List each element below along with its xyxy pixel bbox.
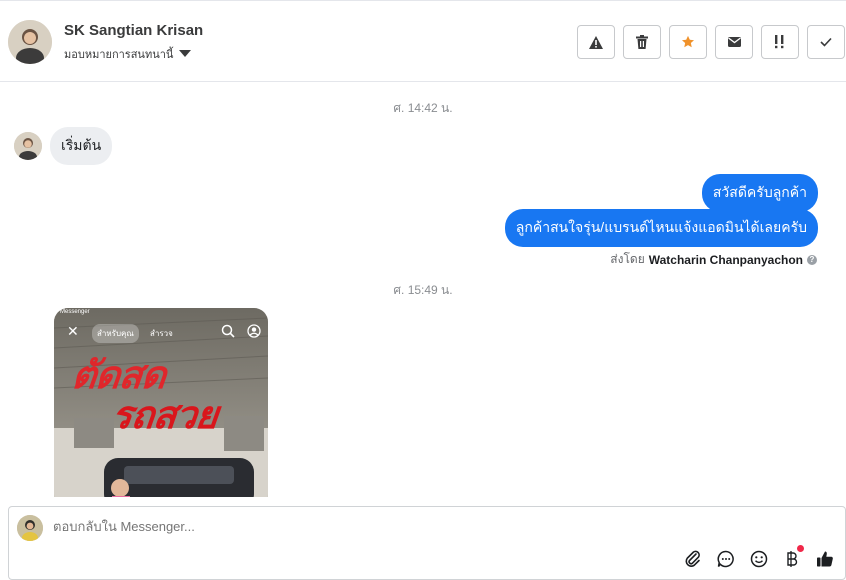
flag-icon bbox=[775, 35, 784, 49]
report-spam-button[interactable] bbox=[577, 25, 615, 59]
message-thread[interactable]: ศ. 14:42 น. เริ่มต้น สวัสดีครับลูกค้า ลู… bbox=[0, 83, 846, 497]
incoming-message[interactable]: เริ่มต้น bbox=[50, 127, 113, 165]
emoji-button[interactable] bbox=[748, 548, 769, 569]
search-icon bbox=[221, 324, 235, 338]
envelope-icon bbox=[727, 37, 741, 47]
media-status-bar: Messenger bbox=[54, 308, 268, 320]
media-tab-for-you: สำหรับคุณ bbox=[92, 324, 139, 343]
check-icon bbox=[820, 37, 832, 47]
warning-icon bbox=[589, 35, 603, 49]
page-avatar bbox=[17, 515, 43, 541]
delete-button[interactable] bbox=[623, 25, 661, 59]
mark-unread-button[interactable] bbox=[715, 25, 753, 59]
mark-done-button[interactable] bbox=[807, 25, 845, 59]
payment-button[interactable] bbox=[781, 545, 804, 569]
contact-name[interactable]: SK Sangtian Krisan bbox=[64, 22, 203, 39]
follow-up-button[interactable] bbox=[761, 25, 799, 59]
saved-replies-button[interactable] bbox=[715, 548, 736, 569]
chevron-down-icon bbox=[179, 49, 192, 57]
outgoing-message[interactable]: ลูกค้าสนใจรุ่น/แบรนด์ไหนแจ้งแอดมินได้เลย… bbox=[504, 209, 818, 247]
send-like-button[interactable] bbox=[814, 548, 835, 569]
contact-avatar[interactable] bbox=[8, 20, 52, 64]
info-icon[interactable]: ? bbox=[807, 254, 817, 265]
emoji-icon bbox=[750, 550, 767, 567]
media-app-label: Messenger bbox=[60, 309, 90, 315]
incoming-message-row: เริ่มต้น bbox=[14, 127, 113, 165]
star-icon bbox=[681, 35, 695, 48]
timestamp: ศ. 15:49 น. bbox=[393, 283, 453, 297]
reply-input[interactable] bbox=[53, 519, 653, 534]
assign-conversation-dropdown[interactable]: มอบหมายการสนทนานี้ bbox=[64, 45, 192, 63]
conversation-header: SK Sangtian Krisan มอบหมายการสนทนานี้ bbox=[0, 0, 846, 82]
media-headline-2: รถสวย bbox=[109, 395, 220, 437]
sent-by-label: ส่งโดย Watcharin Chanpanyachon ? bbox=[610, 250, 817, 269]
message-composer bbox=[8, 506, 846, 580]
chat-bubble-icon bbox=[717, 550, 734, 567]
sender-name: Watcharin Chanpanyachon bbox=[648, 252, 803, 267]
header-actions bbox=[577, 25, 845, 59]
baht-icon bbox=[786, 550, 797, 567]
shared-media-attachment[interactable]: Messenger ✕ สำหรับคุณ สำรวจ ตัดสด รถสวย bbox=[54, 308, 268, 497]
contact-avatar[interactable] bbox=[14, 132, 42, 160]
notification-badge bbox=[797, 545, 804, 552]
assign-label: มอบหมายการสนทนานี้ bbox=[64, 49, 174, 61]
sent-by-prefix: ส่งโดย bbox=[610, 252, 645, 266]
timestamp: ศ. 14:42 น. bbox=[393, 101, 453, 115]
trash-icon bbox=[636, 35, 648, 49]
outgoing-message[interactable]: สวัสดีครับลูกค้า bbox=[701, 174, 818, 212]
profile-icon bbox=[247, 324, 261, 338]
media-tab-explore: สำรวจ bbox=[150, 329, 173, 338]
close-icon: ✕ bbox=[67, 323, 79, 339]
thumbs-up-icon bbox=[816, 551, 833, 567]
composer-toolbar bbox=[682, 545, 835, 569]
attach-icon bbox=[685, 550, 700, 567]
attach-button[interactable] bbox=[682, 548, 703, 569]
star-button[interactable] bbox=[669, 25, 707, 59]
